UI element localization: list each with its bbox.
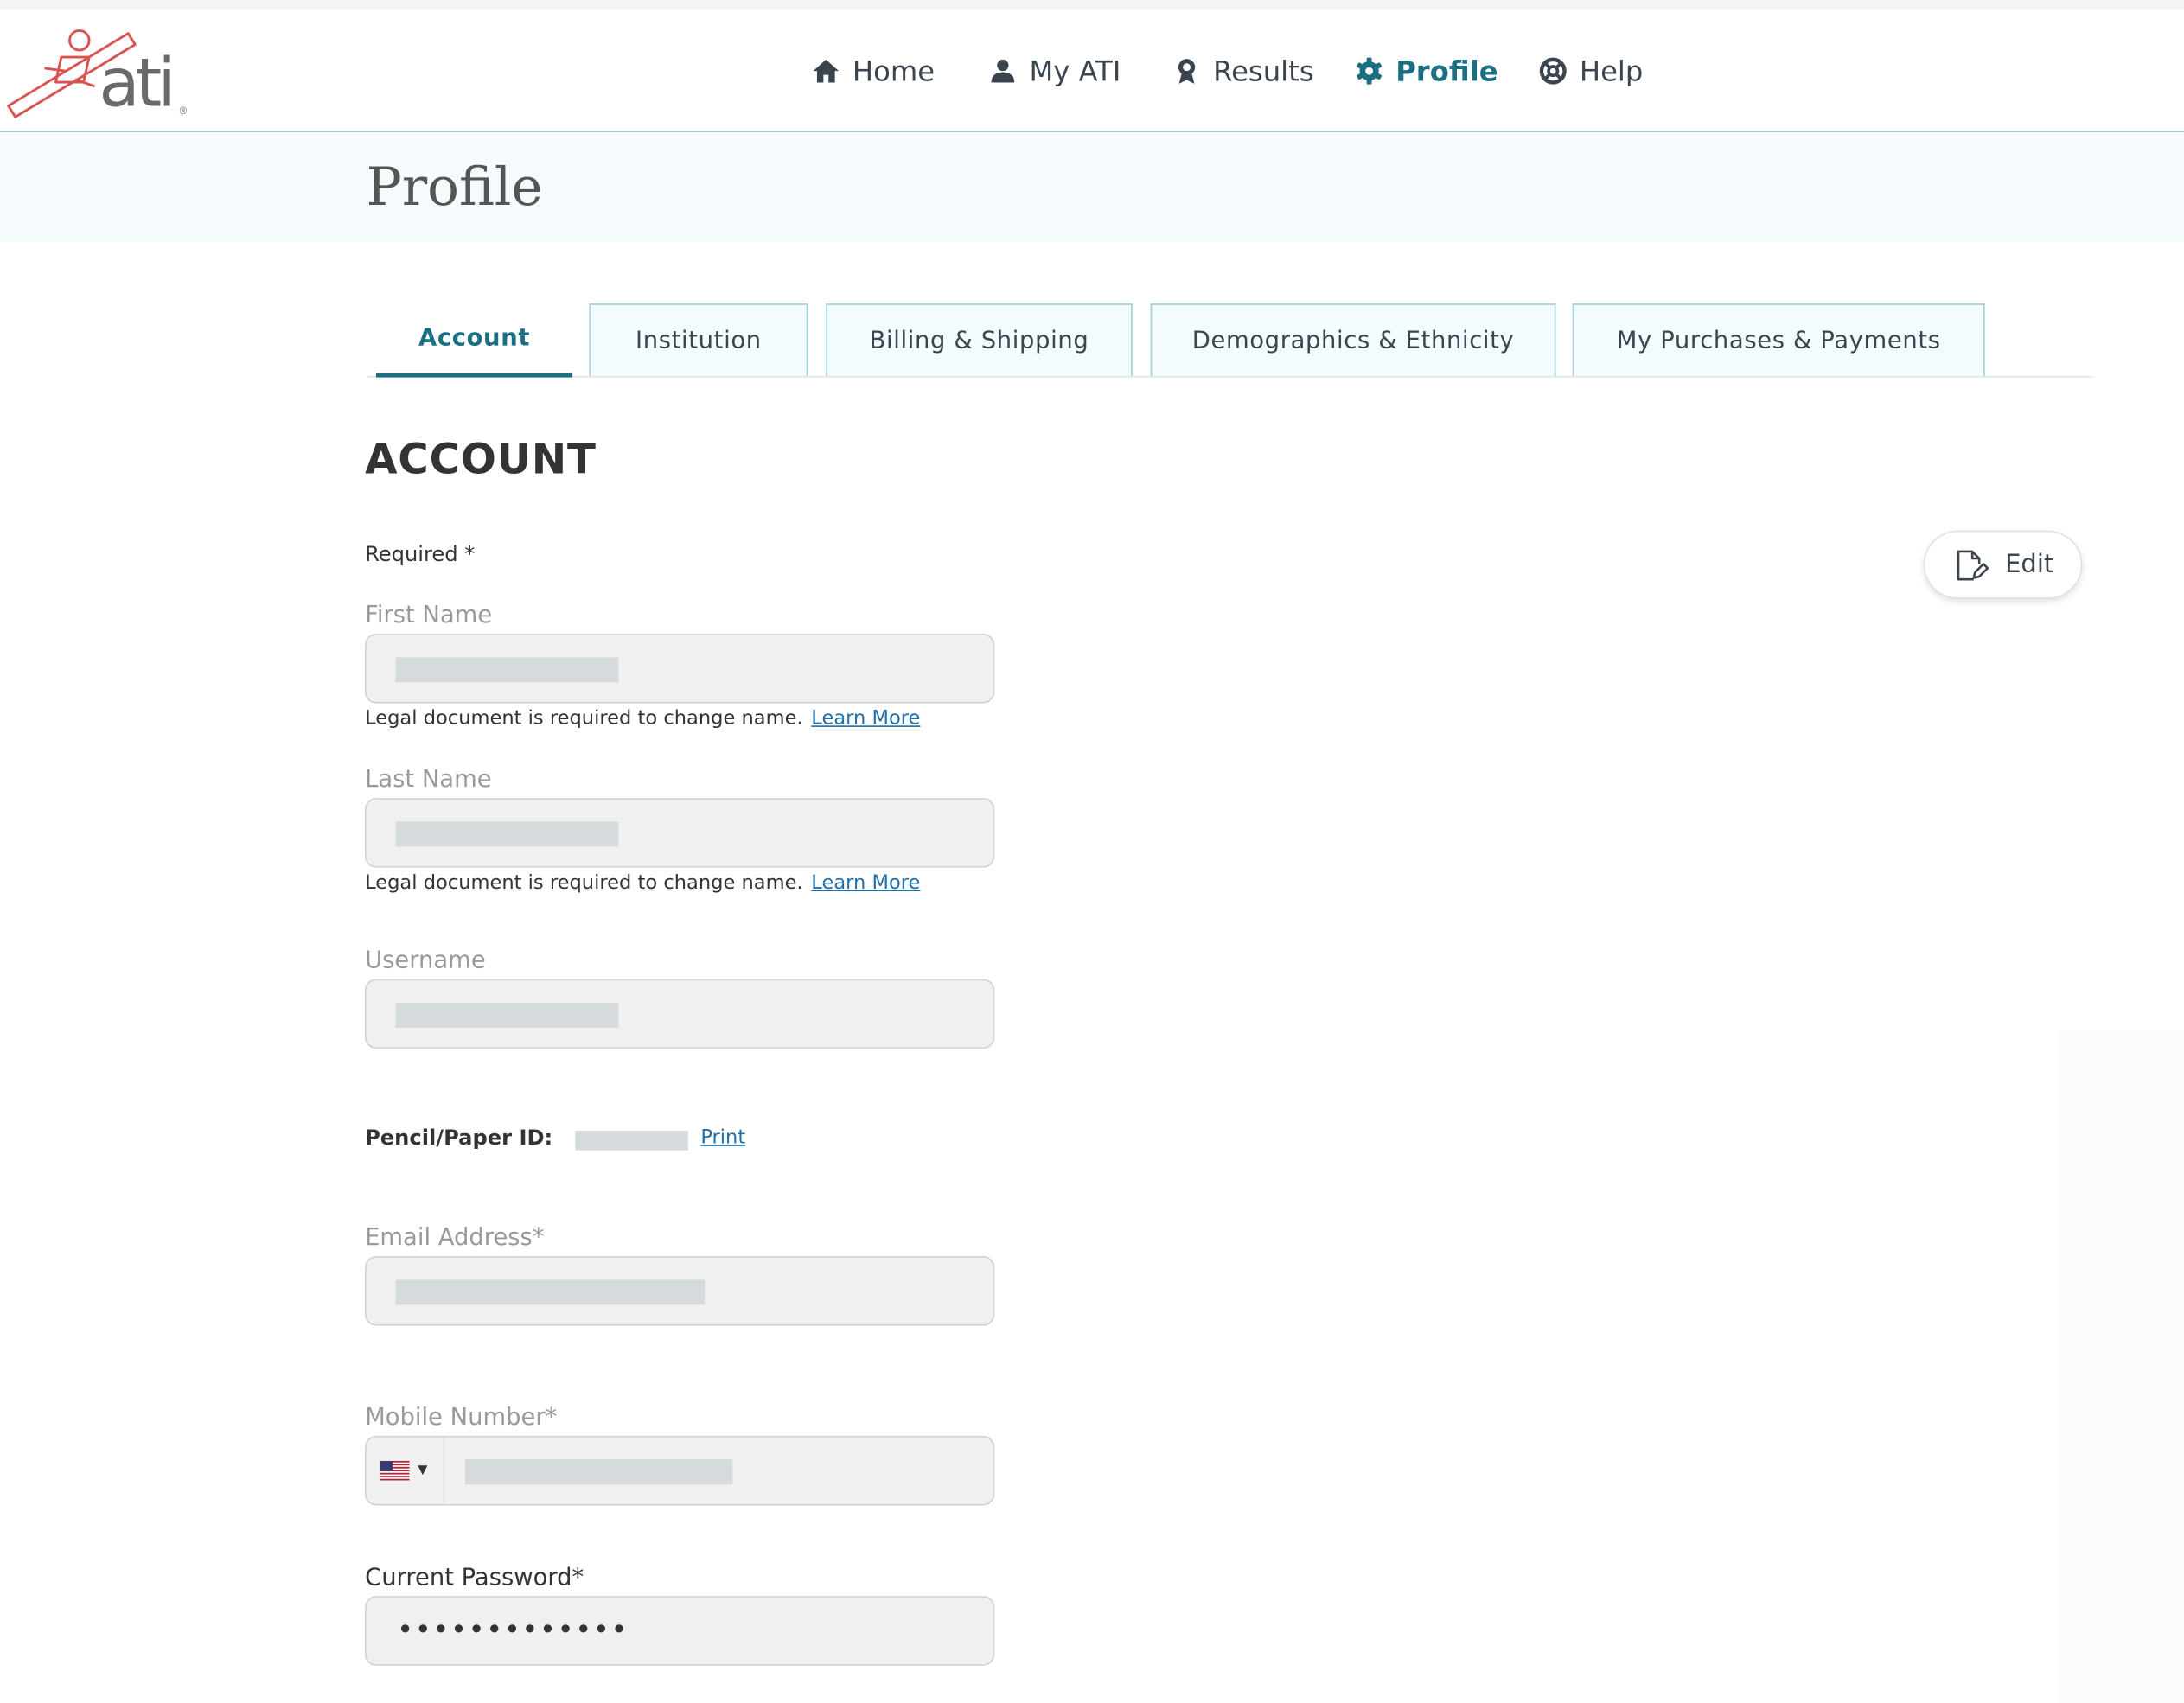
edit-document-icon — [1957, 549, 1989, 580]
first-name-learn-more-link[interactable]: Learn More — [811, 707, 920, 730]
top-strip — [0, 0, 2184, 10]
last-name-learn-more-link[interactable]: Learn More — [811, 871, 920, 894]
pencil-paper-id-label: Pencil/Paper ID: — [365, 1125, 553, 1151]
tab-billing-shipping[interactable]: Billing & Shipping — [826, 303, 1133, 376]
redacted-value — [395, 1002, 619, 1028]
country-code-select[interactable]: ▼ — [367, 1437, 444, 1504]
last-name-label: Last Name — [365, 766, 492, 794]
current-password-field[interactable]: ••••••••••••• — [365, 1596, 995, 1666]
first-name-help-text: Legal document is required to change nam… — [365, 707, 803, 730]
site-header: ati ® Home My ATI Results Profile Help — [0, 10, 2184, 133]
award-icon — [1178, 59, 1196, 84]
nav-my-ati-label: My ATI — [1029, 54, 1121, 88]
redacted-value — [465, 1459, 733, 1485]
section-title: ACCOUNT — [365, 436, 597, 485]
edit-button[interactable]: Edit — [1923, 530, 2083, 599]
redacted-value — [395, 821, 619, 847]
first-name-help: Legal document is required to change nam… — [365, 707, 920, 730]
nav-home[interactable]: Home — [811, 53, 935, 89]
nav-home-label: Home — [852, 54, 936, 88]
person-icon — [991, 59, 1015, 83]
nav-profile[interactable]: Profile — [1354, 53, 1498, 89]
last-name-help: Legal document is required to change nam… — [365, 871, 920, 894]
password-masked-value: ••••••••••••• — [397, 1612, 629, 1647]
logo-wordmark: ati — [99, 44, 176, 123]
tab-purchases-payments[interactable]: My Purchases & Payments — [1572, 303, 1985, 376]
print-link[interactable]: Print — [700, 1126, 745, 1149]
email-field[interactable] — [365, 1256, 995, 1326]
ati-logo[interactable]: ati ® — [3, 20, 188, 129]
pencil-paper-id-value — [575, 1131, 688, 1151]
us-flag-icon — [380, 1460, 410, 1481]
last-name-help-text: Legal document is required to change nam… — [365, 871, 803, 895]
page-title: Profile — [366, 156, 543, 218]
nav-profile-label: Profile — [1395, 54, 1498, 88]
last-name-field[interactable] — [365, 798, 995, 868]
tab-account[interactable]: Account — [375, 303, 573, 378]
background-shade — [2059, 1030, 2184, 1703]
nav-help[interactable]: Help — [1538, 53, 1644, 89]
nav-results-label: Results — [1213, 54, 1314, 88]
logo-registered-mark: ® — [178, 105, 188, 118]
nav-results[interactable]: Results — [1172, 53, 1314, 89]
mobile-number-label: Mobile Number* — [365, 1403, 558, 1432]
first-name-label: First Name — [365, 601, 493, 630]
tab-institution[interactable]: Institution — [589, 303, 808, 376]
home-icon — [813, 59, 840, 83]
tab-demographics-ethnicity[interactable]: Demographics & Ethnicity — [1150, 303, 1556, 376]
page: ati ® Home My ATI Results Profile Help P… — [0, 0, 2184, 1703]
gear-icon — [1357, 57, 1382, 85]
profile-tabs: Account Institution Billing & Shipping D… — [366, 303, 2094, 378]
page-title-banner — [0, 133, 2184, 243]
username-label: Username — [365, 947, 486, 975]
chevron-down-icon: ▼ — [418, 1464, 428, 1478]
lifebuoy-icon — [1539, 57, 1567, 85]
current-password-label: Current Password* — [365, 1564, 584, 1592]
required-note: Required * — [365, 541, 476, 567]
username-field[interactable] — [365, 979, 995, 1049]
redacted-value — [395, 657, 619, 683]
first-name-field[interactable] — [365, 633, 995, 704]
mobile-number-field[interactable]: ▼ — [365, 1435, 995, 1506]
redacted-value — [395, 1279, 706, 1305]
nav-my-ati[interactable]: My ATI — [987, 53, 1121, 89]
edit-button-label: Edit — [2005, 550, 2054, 580]
email-label: Email Address* — [365, 1224, 545, 1253]
nav-help-label: Help — [1579, 54, 1644, 88]
